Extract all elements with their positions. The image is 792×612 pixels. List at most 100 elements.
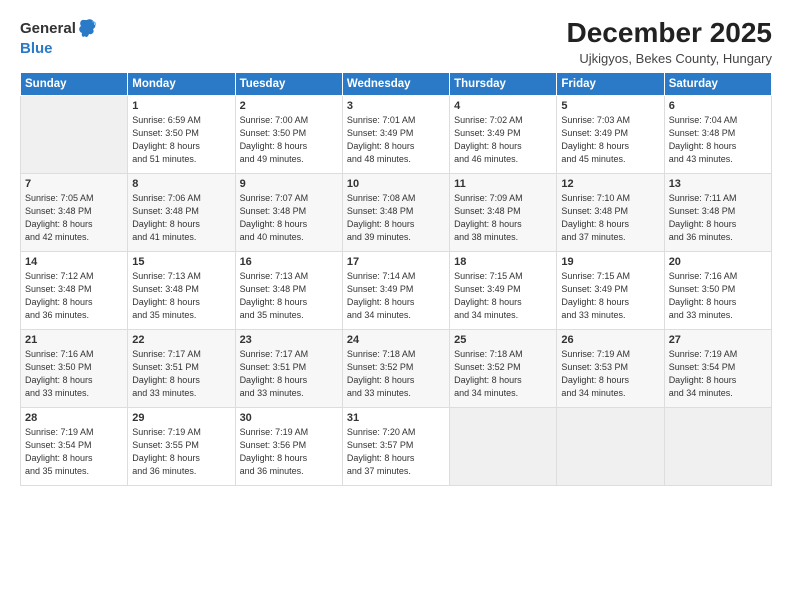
day-number: 31 — [347, 412, 445, 424]
cell-3-2: 15 Sunrise: 7:13 AM Sunset: 3:48 PM Dayli… — [128, 251, 235, 329]
logo-general: General — [20, 20, 76, 37]
cell-1-7: 6 Sunrise: 7:04 AM Sunset: 3:48 PM Daylig… — [664, 95, 771, 173]
day-number: 18 — [454, 256, 552, 268]
cell-info: Sunrise: 7:16 AM Sunset: 3:50 PM Dayligh… — [25, 348, 123, 400]
header-cell-thursday: Thursday — [450, 72, 557, 95]
cell-2-2: 8 Sunrise: 7:06 AM Sunset: 3:48 PM Daylig… — [128, 173, 235, 251]
day-number: 8 — [132, 178, 230, 190]
cell-1-6: 5 Sunrise: 7:03 AM Sunset: 3:49 PM Daylig… — [557, 95, 664, 173]
day-number: 4 — [454, 100, 552, 112]
day-number: 19 — [561, 256, 659, 268]
cell-4-7: 27 Sunrise: 7:19 AM Sunset: 3:54 PM Dayli… — [664, 329, 771, 407]
cell-2-6: 12 Sunrise: 7:10 AM Sunset: 3:48 PM Dayli… — [557, 173, 664, 251]
cell-info: Sunrise: 7:17 AM Sunset: 3:51 PM Dayligh… — [132, 348, 230, 400]
day-number: 17 — [347, 256, 445, 268]
cell-1-1 — [21, 95, 128, 173]
cell-info: Sunrise: 7:20 AM Sunset: 3:57 PM Dayligh… — [347, 426, 445, 478]
cell-4-6: 26Sunrise: 7:19 AM Sunset: 3:53 PM Dayli… — [557, 329, 664, 407]
header-cell-sunday: Sunday — [21, 72, 128, 95]
day-number: 5 — [561, 100, 659, 112]
week-row-3: 14 Sunrise: 7:12 AM Sunset: 3:48 PM Dayli… — [21, 251, 772, 329]
cell-3-1: 14 Sunrise: 7:12 AM Sunset: 3:48 PM Dayli… — [21, 251, 128, 329]
cell-1-3: 2Sunrise: 7:00 AM Sunset: 3:50 PM Daylig… — [235, 95, 342, 173]
day-number: 3 — [347, 100, 445, 112]
cell-info: Sunrise: 7:02 AM Sunset: 3:49 PM Dayligh… — [454, 114, 552, 166]
cell-info: Sunrise: 7:13 AM Sunset: 3:48 PM Dayligh… — [240, 270, 338, 322]
cell-2-7: 13Sunrise: 7:11 AM Sunset: 3:48 PM Dayli… — [664, 173, 771, 251]
cell-info: Sunrise: 7:01 AM Sunset: 3:49 PM Dayligh… — [347, 114, 445, 166]
header-cell-tuesday: Tuesday — [235, 72, 342, 95]
cell-info: Sunrise: 7:19 AM Sunset: 3:54 PM Dayligh… — [25, 426, 123, 478]
cell-5-7 — [664, 407, 771, 485]
week-row-5: 28 Sunrise: 7:19 AM Sunset: 3:54 PM Dayli… — [21, 407, 772, 485]
header-cell-monday: Monday — [128, 72, 235, 95]
cell-info: Sunrise: 7:19 AM Sunset: 3:54 PM Dayligh… — [669, 348, 767, 400]
cell-info: Sunrise: 7:11 AM Sunset: 3:48 PM Dayligh… — [669, 192, 767, 244]
cell-5-6 — [557, 407, 664, 485]
cell-info: Sunrise: 7:18 AM Sunset: 3:52 PM Dayligh… — [347, 348, 445, 400]
cell-info: Sunrise: 7:06 AM Sunset: 3:48 PM Dayligh… — [132, 192, 230, 244]
day-number: 28 — [25, 412, 123, 424]
cell-5-1: 28 Sunrise: 7:19 AM Sunset: 3:54 PM Dayli… — [21, 407, 128, 485]
day-number: 29 — [132, 412, 230, 424]
day-number: 21 — [25, 334, 123, 346]
week-row-4: 21 Sunrise: 7:16 AM Sunset: 3:50 PM Dayli… — [21, 329, 772, 407]
day-number: 22 — [132, 334, 230, 346]
day-number: 7 — [25, 178, 123, 190]
day-number: 16 — [240, 256, 338, 268]
cell-info: Sunrise: 7:08 AM Sunset: 3:48 PM Dayligh… — [347, 192, 445, 244]
title-block: December 2025 Ujkigyos, Bekes County, Hu… — [567, 18, 772, 66]
cell-4-4: 24 Sunrise: 7:18 AM Sunset: 3:52 PM Dayli… — [342, 329, 449, 407]
cell-info: Sunrise: 7:15 AM Sunset: 3:49 PM Dayligh… — [561, 270, 659, 322]
day-number: 15 — [132, 256, 230, 268]
cell-4-1: 21 Sunrise: 7:16 AM Sunset: 3:50 PM Dayli… — [21, 329, 128, 407]
cell-info: Sunrise: 7:15 AM Sunset: 3:49 PM Dayligh… — [454, 270, 552, 322]
cell-1-5: 4 Sunrise: 7:02 AM Sunset: 3:49 PM Daylig… — [450, 95, 557, 173]
week-row-1: 1Sunrise: 6:59 AM Sunset: 3:50 PM Daylig… — [21, 95, 772, 173]
subtitle: Ujkigyos, Bekes County, Hungary — [567, 51, 772, 66]
cell-info: Sunrise: 7:19 AM Sunset: 3:55 PM Dayligh… — [132, 426, 230, 478]
day-number: 14 — [25, 256, 123, 268]
cell-info: Sunrise: 7:14 AM Sunset: 3:49 PM Dayligh… — [347, 270, 445, 322]
cell-3-3: 16 Sunrise: 7:13 AM Sunset: 3:48 PM Dayli… — [235, 251, 342, 329]
day-number: 9 — [240, 178, 338, 190]
day-number: 27 — [669, 334, 767, 346]
cell-info: Sunrise: 7:18 AM Sunset: 3:52 PM Dayligh… — [454, 348, 552, 400]
cell-info: Sunrise: 7:03 AM Sunset: 3:49 PM Dayligh… — [561, 114, 659, 166]
cell-1-4: 3 Sunrise: 7:01 AM Sunset: 3:49 PM Daylig… — [342, 95, 449, 173]
cell-2-5: 11Sunrise: 7:09 AM Sunset: 3:48 PM Dayli… — [450, 173, 557, 251]
cell-info: Sunrise: 7:07 AM Sunset: 3:48 PM Dayligh… — [240, 192, 338, 244]
day-number: 6 — [669, 100, 767, 112]
cell-3-6: 19 Sunrise: 7:15 AM Sunset: 3:49 PM Dayli… — [557, 251, 664, 329]
cell-info: Sunrise: 7:19 AM Sunset: 3:56 PM Dayligh… — [240, 426, 338, 478]
cell-4-2: 22 Sunrise: 7:17 AM Sunset: 3:51 PM Dayli… — [128, 329, 235, 407]
cell-5-3: 30Sunrise: 7:19 AM Sunset: 3:56 PM Dayli… — [235, 407, 342, 485]
cell-2-4: 10 Sunrise: 7:08 AM Sunset: 3:48 PM Dayli… — [342, 173, 449, 251]
cell-4-5: 25Sunrise: 7:18 AM Sunset: 3:52 PM Dayli… — [450, 329, 557, 407]
cell-2-1: 7 Sunrise: 7:05 AM Sunset: 3:48 PM Daylig… — [21, 173, 128, 251]
cell-3-7: 20Sunrise: 7:16 AM Sunset: 3:50 PM Dayli… — [664, 251, 771, 329]
header-cell-wednesday: Wednesday — [342, 72, 449, 95]
logo: General Blue — [20, 18, 96, 58]
cell-info: Sunrise: 7:12 AM Sunset: 3:48 PM Dayligh… — [25, 270, 123, 322]
cell-info: Sunrise: 7:13 AM Sunset: 3:48 PM Dayligh… — [132, 270, 230, 322]
header-row: SundayMondayTuesdayWednesdayThursdayFrid… — [21, 72, 772, 95]
cell-3-4: 17 Sunrise: 7:14 AM Sunset: 3:49 PM Dayli… — [342, 251, 449, 329]
day-number: 11 — [454, 178, 552, 190]
header: General Blue December 2025 Ujkigyos, Bek… — [20, 18, 772, 66]
cell-info: Sunrise: 7:05 AM Sunset: 3:48 PM Dayligh… — [25, 192, 123, 244]
cell-1-2: 1Sunrise: 6:59 AM Sunset: 3:50 PM Daylig… — [128, 95, 235, 173]
cell-info: Sunrise: 7:16 AM Sunset: 3:50 PM Dayligh… — [669, 270, 767, 322]
cell-2-3: 9 Sunrise: 7:07 AM Sunset: 3:48 PM Daylig… — [235, 173, 342, 251]
cell-info: Sunrise: 7:10 AM Sunset: 3:48 PM Dayligh… — [561, 192, 659, 244]
cell-3-5: 18 Sunrise: 7:15 AM Sunset: 3:49 PM Dayli… — [450, 251, 557, 329]
day-number: 24 — [347, 334, 445, 346]
main-title: December 2025 — [567, 18, 772, 49]
cell-info: Sunrise: 6:59 AM Sunset: 3:50 PM Dayligh… — [132, 114, 230, 166]
cell-5-5 — [450, 407, 557, 485]
day-number: 12 — [561, 178, 659, 190]
day-number: 10 — [347, 178, 445, 190]
cell-info: Sunrise: 7:04 AM Sunset: 3:48 PM Dayligh… — [669, 114, 767, 166]
logo-bird-icon — [78, 18, 96, 40]
cell-info: Sunrise: 7:00 AM Sunset: 3:50 PM Dayligh… — [240, 114, 338, 166]
